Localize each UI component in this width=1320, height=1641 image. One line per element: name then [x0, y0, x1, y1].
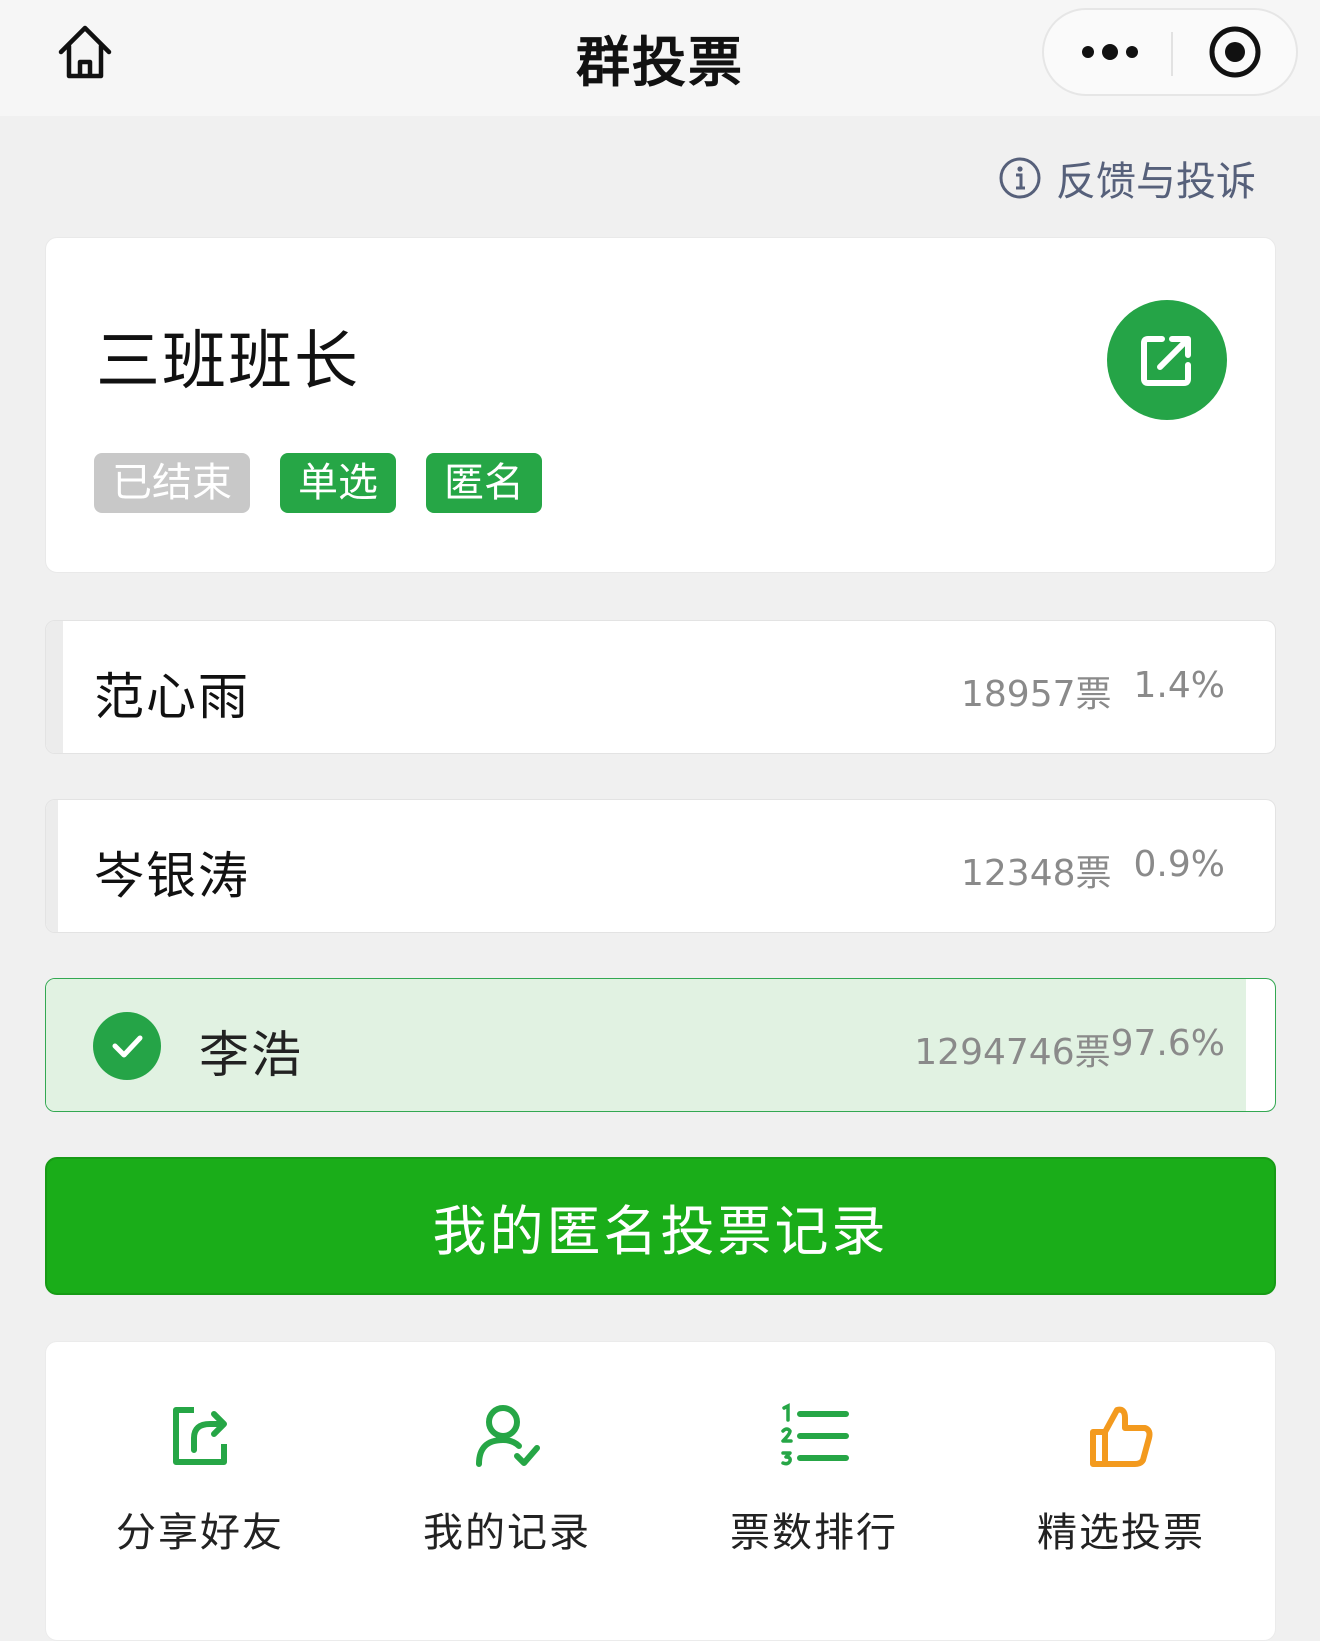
option-name: 岑银涛 [94, 847, 250, 905]
user-check-icon [476, 1405, 540, 1467]
vote-share-bar [46, 621, 63, 753]
option-percent: 1.4% [1133, 665, 1225, 706]
vote-header-card: 三班班长 已结束 单选 匿名 [45, 237, 1276, 573]
selected-check [93, 1012, 161, 1080]
vote-share-bar [46, 800, 58, 932]
share-friends-label: 分享好友 [116, 1510, 284, 1556]
thumbs-up-icon [1090, 1406, 1153, 1467]
share-icon [173, 1407, 227, 1465]
mini-program-capsule [1042, 8, 1298, 96]
vote-tags: 已结束 单选 匿名 [94, 453, 542, 513]
my-records-action[interactable]: 我的记录 [397, 1400, 617, 1570]
vote-title: 三班班长 [96, 325, 360, 399]
info-icon [999, 157, 1041, 199]
vote-ranking-action[interactable]: 票数排行 [704, 1400, 924, 1570]
option-name: 李浩 [199, 1026, 303, 1084]
option-votes: 18957票 [961, 674, 1112, 715]
vote-ranking-label: 票数排行 [730, 1510, 898, 1556]
option-name: 范心雨 [94, 668, 250, 726]
external-share-icon [1141, 336, 1191, 386]
option-stats: 1294746票 97.6% [914, 1023, 1225, 1075]
ranking-list-icon [781, 1403, 849, 1466]
option-stats: 12348票 0.9% [961, 844, 1225, 896]
quick-actions-card: 分享好友 我的记录 票数排行 精选投票 [45, 1341, 1276, 1641]
featured-votes-label: 精选投票 [1037, 1510, 1205, 1556]
option-votes: 1294746票 [914, 1032, 1111, 1073]
my-records-label: 我的记录 [423, 1510, 591, 1556]
feedback-link[interactable]: 反馈与投诉 [998, 150, 1256, 206]
option-votes: 12348票 [961, 853, 1112, 894]
feedback-label: 反馈与投诉 [1056, 159, 1256, 205]
more-dots-icon [1081, 44, 1138, 60]
my-anonymous-vote-record-button[interactable]: 我的匿名投票记录 [45, 1157, 1276, 1295]
close-button[interactable] [1177, 10, 1292, 94]
tag-anonymous: 匿名 [426, 453, 542, 513]
capsule-divider [1171, 32, 1173, 76]
checkmark-icon [112, 1035, 143, 1058]
share-vote-button[interactable] [1107, 300, 1227, 420]
vote-option-selected[interactable]: 李浩 1294746票 97.6% [45, 978, 1276, 1112]
share-friends-action[interactable]: 分享好友 [90, 1400, 310, 1570]
tag-ended: 已结束 [94, 453, 250, 513]
option-percent: 97.6% [1110, 1023, 1225, 1064]
option-percent: 0.9% [1133, 844, 1225, 885]
more-button[interactable] [1052, 10, 1167, 94]
vote-option[interactable]: 岑银涛 12348票 0.9% [45, 799, 1276, 933]
navigation-bar: 群投票 [0, 0, 1320, 116]
featured-votes-action[interactable]: 精选投票 [1011, 1400, 1231, 1570]
tag-single-choice: 单选 [280, 453, 396, 513]
option-stats: 18957票 1.4% [961, 665, 1225, 717]
target-close-icon [1209, 26, 1260, 78]
vote-option[interactable]: 范心雨 18957票 1.4% [45, 620, 1276, 754]
